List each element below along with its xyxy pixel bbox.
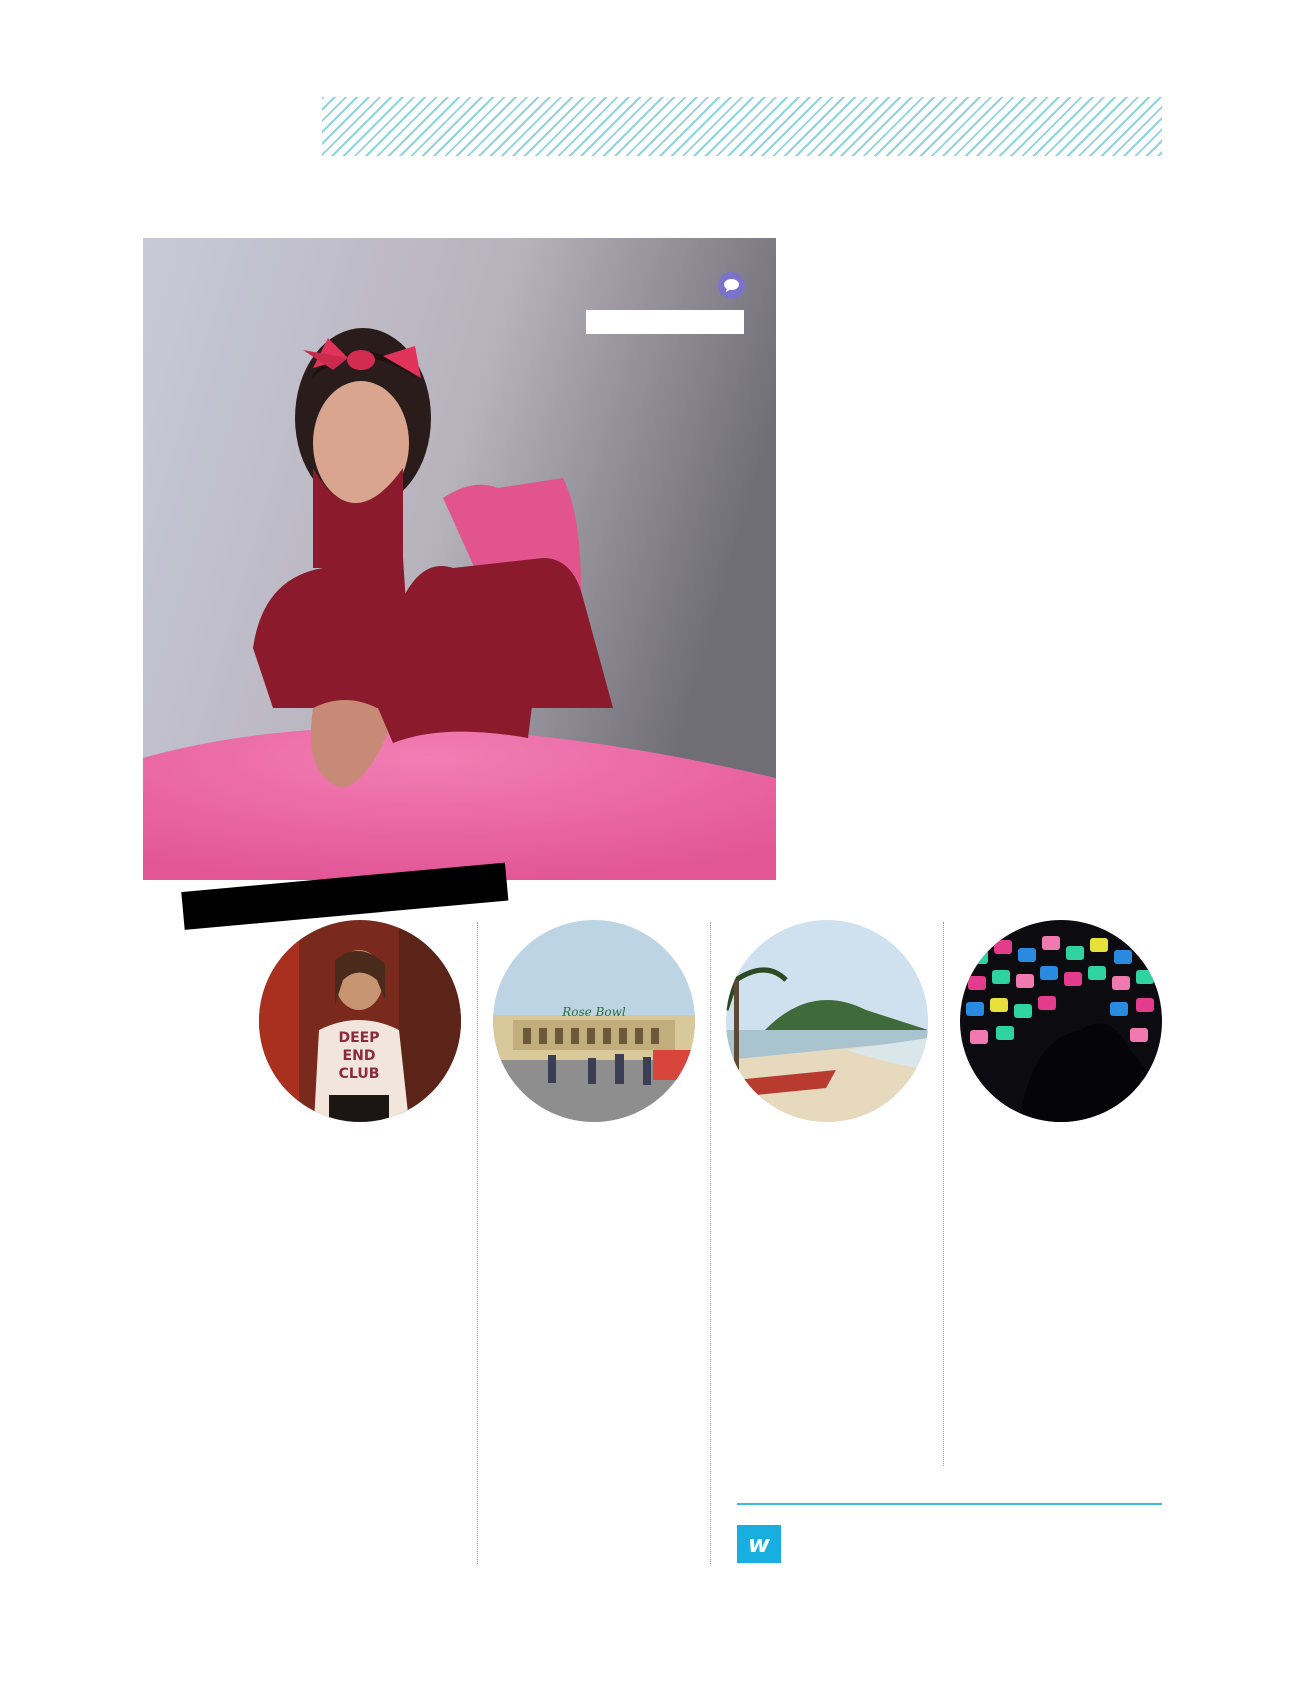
shirt-text-line-3: CLUB xyxy=(339,1066,380,1082)
circle-photo-tshirt: DEEP END CLUB xyxy=(259,920,461,1122)
photo-caption-bar xyxy=(586,310,744,334)
stadium-sign-text: Rose Bowl xyxy=(561,1005,626,1019)
column-divider xyxy=(710,922,711,1564)
brand-logo: w xyxy=(737,1525,781,1563)
brand-logo-letter: w xyxy=(747,1530,771,1558)
circle-photo-glow-figures xyxy=(960,920,1162,1122)
hero-portrait-photo xyxy=(143,238,776,880)
shirt-text-line-1: DEEP xyxy=(338,1030,379,1046)
circle-photo-beach xyxy=(726,920,928,1122)
hatched-header-banner xyxy=(322,97,1162,156)
shirt-text-line-2: END xyxy=(343,1048,376,1064)
column-divider xyxy=(477,922,478,1564)
speech-bubble-icon xyxy=(718,272,745,299)
circle-photo-stadium: Rose Bowl xyxy=(493,920,695,1122)
footer-rule xyxy=(737,1503,1162,1505)
column-divider xyxy=(943,922,944,1466)
